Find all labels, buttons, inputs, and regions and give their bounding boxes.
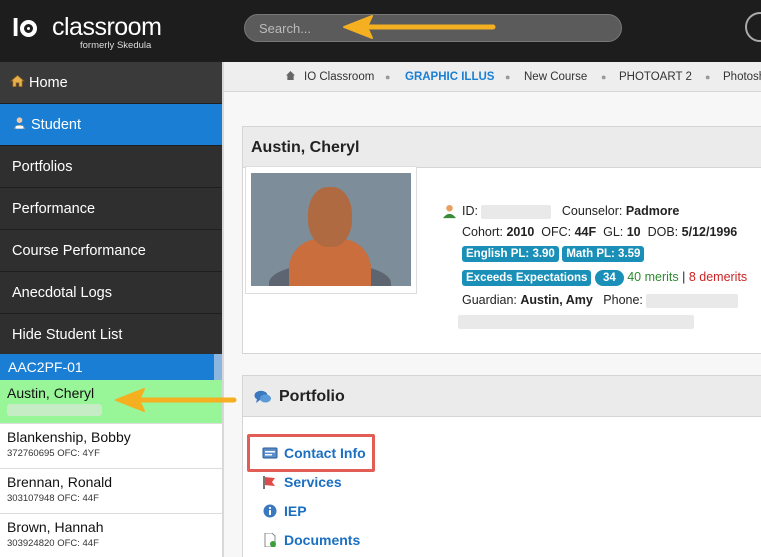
student-icon (13, 117, 26, 129)
student-list-item[interactable]: Brown, Hannah 303924820 OFC: 44F (0, 514, 222, 557)
info-icon (263, 504, 277, 518)
main-content: Austin, Cheryl ID: Counselor: Padmore Co… (224, 92, 761, 557)
gl-value: 10 (626, 225, 641, 239)
address-row (458, 314, 694, 329)
student-photo (251, 173, 411, 286)
breadcrumb-separator: ● (601, 72, 607, 82)
breadcrumb-item[interactable]: New Course (524, 71, 587, 83)
english-pl-badge: English PL: 3.90 (462, 246, 559, 262)
address-redacted (458, 314, 694, 329)
breadcrumb-item[interactable]: PHOTOART 2 (619, 71, 692, 83)
student-photo-frame (245, 166, 417, 294)
counselor-label: Counselor: (561, 204, 623, 218)
breadcrumb-separator: ● (505, 72, 511, 82)
scrollbar[interactable] (214, 354, 222, 380)
home-icon (10, 74, 25, 87)
student-list-item[interactable]: Brennan, Ronald 303107948 OFC: 44F (0, 469, 222, 514)
behavior-row: Exceeds Expectations 34 40 merits | 8 de… (462, 270, 747, 286)
sidebar-item-home[interactable]: Home (0, 62, 222, 104)
guardian-row: Guardian: Austin, Amy Phone: (462, 293, 739, 308)
page-title: Austin, Cheryl (251, 139, 360, 156)
dob-label: DOB: (647, 225, 679, 239)
pl-row: English PL: 3.90 Math PL: 3.59 (462, 246, 645, 262)
gl-label: GL: (603, 225, 624, 239)
math-pl-badge: Math PL: 3.59 (562, 246, 645, 262)
sidebar-item-label: Course Performance (12, 243, 146, 259)
student-name: Brown, Hannah (7, 519, 104, 535)
sidebar-item-label: Hide Student List (12, 327, 123, 343)
logo-name: classroom (52, 13, 162, 41)
panel-header: Portfolio (243, 376, 761, 417)
sidebar-item-portfolios[interactable]: Portfolios (0, 146, 222, 188)
guardian-value: Austin, Amy (520, 293, 593, 307)
id-value-redacted (481, 204, 552, 219)
student-name: Blankenship, Bobby (7, 429, 131, 445)
logo-subtitle: formerly Skedula (80, 40, 152, 51)
link-label: Documents (284, 532, 361, 548)
counselor-value: Padmore (625, 204, 680, 218)
student-meta: 303107948 OFC: 44F (7, 493, 99, 504)
sidebar: Home Student Portfolios Performance Cour… (0, 62, 222, 356)
student-meta: 372760695 OFC: 4YF (7, 448, 100, 459)
guardian-label: Guardian: (462, 293, 517, 307)
sidebar-item-anecdotal-logs[interactable]: Anecdotal Logs (0, 272, 222, 314)
logo-mark: I (12, 12, 38, 43)
contact-info-highlight (247, 434, 375, 472)
sidebar-item-label: Portfolios (12, 159, 73, 175)
iep-link[interactable]: IEP (262, 503, 307, 519)
id-row: ID: Counselor: Padmore (462, 204, 679, 219)
expectation-count-badge: 34 (594, 270, 624, 286)
breadcrumb-item[interactable]: IO Classroom (304, 71, 374, 83)
document-icon (264, 533, 276, 547)
id-label: ID: (462, 204, 478, 218)
cohort-row: Cohort: 2010 OFC: 44F GL: 10 DOB: 5/12/1… (462, 225, 737, 239)
student-list-header: AAC2PF-01 (0, 354, 222, 380)
ofc-value: 44F (574, 225, 597, 239)
user-menu-button[interactable] (745, 12, 761, 42)
sidebar-item-student[interactable]: Student (0, 104, 222, 146)
services-link[interactable]: Services (262, 474, 342, 490)
cohort-value: 2010 (506, 225, 535, 239)
student-list-item[interactable]: Blankenship, Bobby 372760695 OFC: 4YF (0, 424, 222, 469)
chat-icon (254, 390, 271, 403)
documents-link[interactable]: Documents (262, 532, 360, 548)
home-icon (286, 71, 295, 83)
sidebar-item-label: Performance (12, 201, 96, 217)
breadcrumb-separator: ● (705, 72, 711, 82)
panel-header: Austin, Cheryl (243, 127, 761, 168)
sidebar-item-course-performance[interactable]: Course Performance (0, 230, 222, 272)
link-label: Services (284, 474, 342, 490)
person-icon (442, 204, 457, 219)
portfolio-title: Portfolio (279, 388, 345, 405)
annotation-arrow-student (115, 388, 237, 412)
cohort-label: Cohort: (462, 225, 503, 239)
dob-value: 5/12/1996 (681, 225, 738, 239)
demerits-count[interactable]: 8 demerits (689, 270, 747, 284)
student-name: Brennan, Ronald (7, 474, 113, 490)
annotation-arrow-search (343, 15, 496, 39)
merits-count[interactable]: 40 merits (627, 270, 678, 284)
sidebar-item-label: Anecdotal Logs (12, 285, 112, 301)
flag-icon (263, 476, 275, 489)
sidebar-item-hide-student-list[interactable]: Hide Student List (0, 314, 222, 356)
phone-value-redacted (646, 293, 739, 308)
sidebar-item-label: Home (29, 75, 68, 91)
link-label: IEP (284, 503, 307, 519)
breadcrumb-separator: ● (385, 72, 391, 82)
breadcrumb: IO Classroom ● GRAPHIC ILLUS ● New Cours… (224, 62, 761, 92)
phone-label: Phone: (603, 293, 643, 307)
expectation-badge: Exceeds Expectations (462, 270, 592, 286)
sidebar-item-label: Student (31, 117, 81, 133)
sidebar-item-performance[interactable]: Performance (0, 188, 222, 230)
ofc-label: OFC: (541, 225, 572, 239)
student-meta: 303924820 OFC: 44F (7, 538, 99, 549)
breadcrumb-item-active[interactable]: GRAPHIC ILLUS (405, 71, 494, 83)
breadcrumb-item[interactable]: Photosh (723, 71, 761, 83)
io-classroom-logo[interactable]: I classroom formerly Skedula (12, 10, 162, 54)
class-section-label: AAC2PF-01 (8, 359, 83, 375)
